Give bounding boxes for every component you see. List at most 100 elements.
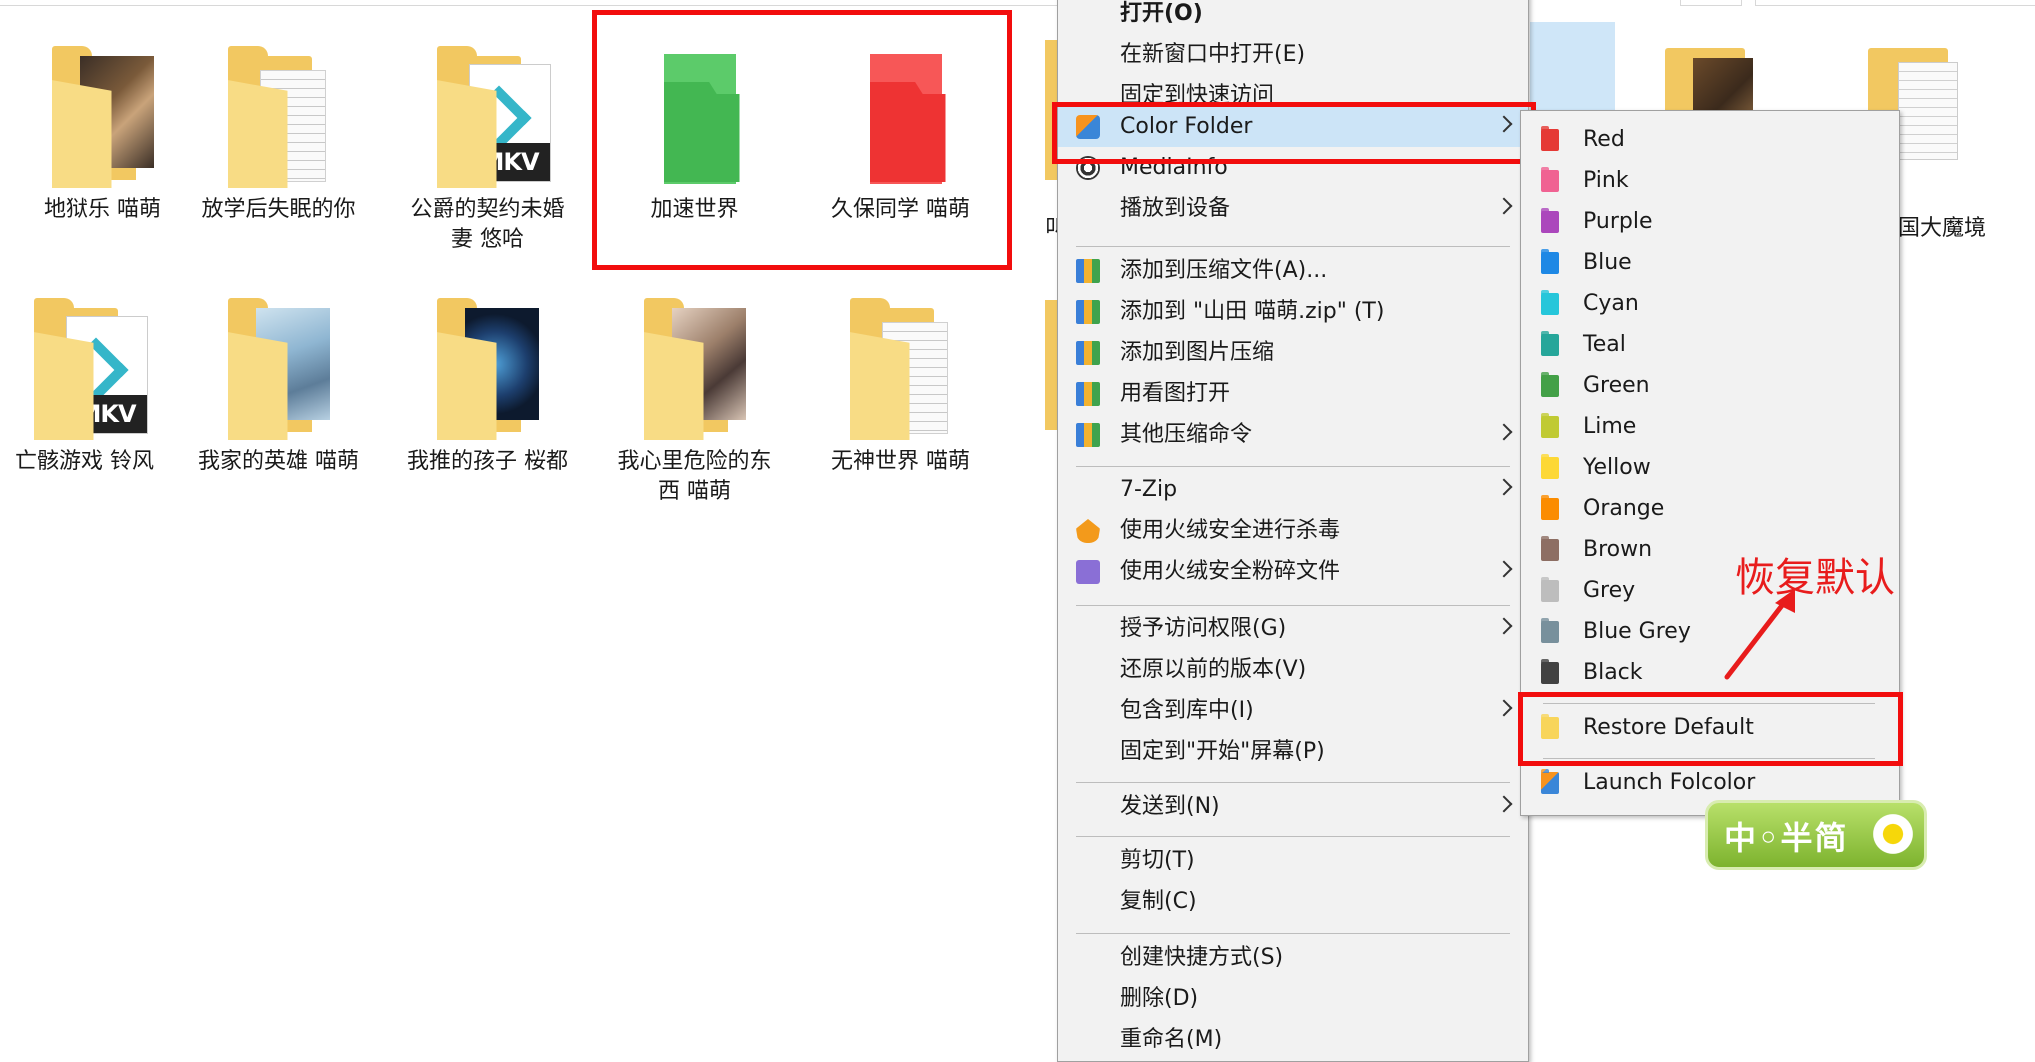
zip-icon bbox=[1076, 382, 1100, 406]
menu-separator bbox=[1076, 836, 1510, 837]
folder-thumbnail-icon bbox=[423, 292, 553, 440]
folder-name: 我心里危险的东 西 喵萌 bbox=[617, 449, 772, 504]
folder-item[interactable]: 无神世界 喵萌 bbox=[798, 292, 1003, 477]
folder-item[interactable]: 我心里危险的东 西 喵萌 bbox=[592, 292, 797, 507]
color-option-red[interactable]: Red bbox=[1521, 119, 1899, 160]
cyan-folder-icon bbox=[1541, 290, 1559, 315]
ime-indicator[interactable]: 中◦半简 bbox=[1705, 800, 1927, 870]
menu-separator bbox=[1076, 782, 1510, 783]
folder-item[interactable]: MKV 公爵的契约未婚 妻 悠哈 bbox=[385, 40, 590, 255]
color-option-orange[interactable]: Orange bbox=[1521, 488, 1899, 529]
toolbar-button-edge[interactable] bbox=[1680, 0, 1742, 6]
menu-item-cast-to-device[interactable]: 播放到设备 bbox=[1058, 188, 1528, 229]
menu-item-open[interactable]: 打开(O) bbox=[1058, 0, 1528, 34]
menu-item-create-shortcut[interactable]: 创建快捷方式(S) bbox=[1058, 937, 1528, 978]
menu-item-include-in-library[interactable]: 包含到库中(I) bbox=[1058, 690, 1528, 731]
blue-grey-folder-icon bbox=[1541, 618, 1559, 643]
folder-name: 亡骸游戏 铃风 bbox=[15, 449, 154, 474]
folder-thumbnail-icon bbox=[38, 40, 168, 188]
color-option-black[interactable]: Black bbox=[1521, 652, 1899, 693]
menu-item-send-to[interactable]: 发送到(N) bbox=[1058, 786, 1528, 827]
folder-document-icon bbox=[214, 40, 344, 188]
color-option-green[interactable]: Green bbox=[1521, 365, 1899, 406]
folder-item[interactable]: MKV 亡骸游戏 铃风 bbox=[0, 292, 187, 477]
yellow-folder-icon bbox=[1541, 454, 1559, 479]
menu-item-pin-to-start[interactable]: 固定到"开始"屏幕(P) bbox=[1058, 731, 1528, 772]
folder-partial-name: 国大魔境 bbox=[1898, 216, 1987, 241]
color-option-lime[interactable]: Lime bbox=[1521, 406, 1899, 447]
menu-item-restore-versions[interactable]: 还原以前的版本(V) bbox=[1058, 649, 1528, 690]
menu-item-add-to-archive[interactable]: 添加到压缩文件(A)... bbox=[1058, 250, 1528, 291]
color-option-blue-grey[interactable]: Blue Grey bbox=[1521, 611, 1899, 652]
menu-item-delete[interactable]: 删除(D) bbox=[1058, 978, 1528, 1019]
menu-item-rename[interactable]: 重命名(M) bbox=[1058, 1019, 1528, 1060]
color-option-blue[interactable]: Blue bbox=[1521, 242, 1899, 283]
color-option-yellow[interactable]: Yellow bbox=[1521, 447, 1899, 488]
menu-separator bbox=[1076, 605, 1510, 606]
folder-name: 我推的孩子 桜都 bbox=[407, 449, 568, 474]
folder-name: 放学后失眠的你 bbox=[201, 197, 356, 222]
zip-icon bbox=[1076, 341, 1100, 365]
annotation-arrow bbox=[1724, 589, 1795, 680]
menu-item-add-to-zip[interactable]: 添加到 "山田 喵萌.zip" (T) bbox=[1058, 291, 1528, 332]
folder-name: 无神世界 喵萌 bbox=[831, 449, 970, 474]
folder-name: 公爵的契约未婚 妻 悠哈 bbox=[410, 197, 565, 252]
color-option-cyan[interactable]: Cyan bbox=[1521, 283, 1899, 324]
menu-separator bbox=[1076, 246, 1510, 247]
purple-folder-icon bbox=[1541, 208, 1559, 233]
chevron-right-icon bbox=[1495, 560, 1513, 578]
menu-item-huorong-shred[interactable]: 使用火绒安全粉碎文件 bbox=[1058, 551, 1528, 592]
chevron-right-icon bbox=[1495, 795, 1513, 813]
zip-icon bbox=[1076, 259, 1100, 283]
folder-name: 地狱乐 喵萌 bbox=[44, 197, 161, 222]
menu-item-copy[interactable]: 复制(C) bbox=[1058, 881, 1528, 922]
green-folder-icon bbox=[1541, 372, 1559, 397]
address-bar-edge bbox=[0, 0, 1060, 6]
black-folder-icon bbox=[1541, 659, 1559, 684]
color-option-pink[interactable]: Pink bbox=[1521, 160, 1899, 201]
menu-item-image-compress[interactable]: 添加到图片压缩 bbox=[1058, 332, 1528, 373]
menu-item-cut[interactable]: 剪切(T) bbox=[1058, 840, 1528, 881]
search-box-edge[interactable] bbox=[1755, 0, 2035, 6]
color-option-purple[interactable]: Purple bbox=[1521, 201, 1899, 242]
folder-item[interactable]: 地狱乐 喵萌 bbox=[0, 40, 205, 225]
chevron-right-icon bbox=[1495, 197, 1513, 215]
chevron-right-icon bbox=[1495, 699, 1513, 717]
pink-folder-icon bbox=[1541, 167, 1559, 192]
folder-item[interactable]: 放学后失眠的你 bbox=[176, 40, 381, 225]
menu-item-open-with-viewer[interactable]: 用看图打开 bbox=[1058, 373, 1528, 414]
folder-mkv-icon: MKV bbox=[423, 40, 553, 188]
red-folder-icon bbox=[1541, 126, 1559, 151]
menu-item-huorong-scan[interactable]: 使用火绒安全进行杀毒 bbox=[1058, 510, 1528, 551]
color-option-teal[interactable]: Teal bbox=[1521, 324, 1899, 365]
restore-default-highlight-box bbox=[1518, 692, 1903, 766]
chevron-right-icon bbox=[1495, 423, 1513, 441]
lime-folder-icon bbox=[1541, 413, 1559, 438]
menu-item-pin-quick-access[interactable]: 固定到快速访问 bbox=[1058, 75, 1528, 105]
launch-folcolor-option[interactable]: Launch Folcolor bbox=[1521, 762, 1899, 803]
menu-item-grant-access[interactable]: 授予访问权限(G) bbox=[1058, 608, 1528, 649]
huorong-icon bbox=[1076, 519, 1100, 543]
shredder-icon bbox=[1076, 560, 1100, 584]
menu-separator bbox=[1076, 466, 1510, 467]
menu-separator bbox=[1076, 933, 1510, 934]
chevron-right-icon bbox=[1495, 617, 1513, 635]
menu-item-open-new-window[interactable]: 在新窗口中打开(E) bbox=[1058, 34, 1528, 75]
menu-item-7zip[interactable]: 7-Zip bbox=[1058, 469, 1528, 510]
folder-document-icon bbox=[836, 292, 966, 440]
folder-item[interactable]: 我家的英雄 喵萌 bbox=[176, 292, 381, 477]
colored-folders-highlight-box bbox=[592, 10, 1012, 270]
folcolor-app-icon bbox=[1541, 769, 1559, 794]
daisy-icon bbox=[1870, 811, 1916, 857]
chevron-right-icon bbox=[1495, 478, 1513, 496]
folder-name: 我家的英雄 喵萌 bbox=[198, 449, 359, 474]
color-folder-highlight-box bbox=[1052, 102, 1536, 164]
folder-item[interactable]: 我推的孩子 桜都 bbox=[385, 292, 590, 477]
brown-folder-icon bbox=[1541, 536, 1559, 561]
grey-folder-icon bbox=[1541, 577, 1559, 602]
folder-thumbnail-icon bbox=[630, 292, 760, 440]
orange-folder-icon bbox=[1541, 495, 1559, 520]
zip-icon bbox=[1076, 300, 1100, 324]
teal-folder-icon bbox=[1541, 331, 1559, 356]
menu-item-other-compress[interactable]: 其他压缩命令 bbox=[1058, 414, 1528, 455]
